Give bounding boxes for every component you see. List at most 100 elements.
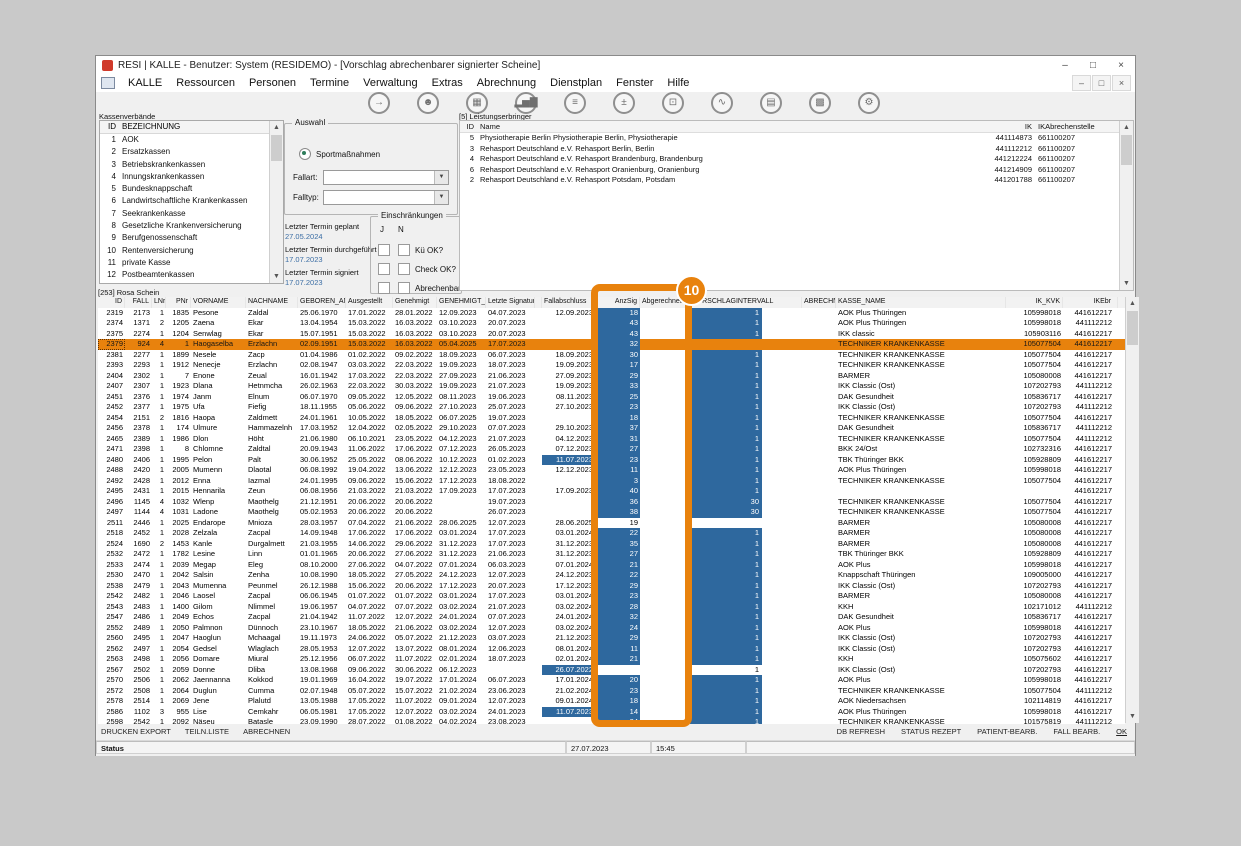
menu-item[interactable]: Extras xyxy=(425,74,470,92)
kassen-row[interactable]: 7 Seekrankenkasse xyxy=(100,208,270,220)
table-row[interactable]: 2319 2173 1 1835 Pesone Zaldal 25.06.197… xyxy=(98,307,1125,318)
table-row[interactable]: 2454 2151 2 1816 Haopa Zaldmett 24.01.19… xyxy=(98,412,1125,423)
forward-icon[interactable]: → xyxy=(368,92,390,114)
table-row[interactable]: 2578 2514 1 2069 Jene Plalutd 13.05.1988… xyxy=(98,696,1125,707)
table-row[interactable]: 2488 2420 1 2005 Mumenn Dlaotal 06.08.19… xyxy=(98,465,1125,476)
kassen-row[interactable]: 3 Betriebskrankenkassen xyxy=(100,159,270,171)
table-row[interactable]: 2570 2506 1 2062 Jaennanna Kokkod 19.01.… xyxy=(98,675,1125,686)
close-icon[interactable]: × xyxy=(1107,57,1135,74)
table-row[interactable]: 2543 2483 1 1400 Gilom Nlimmel 19.06.195… xyxy=(98,601,1125,612)
kassen-row[interactable]: 11 private Kasse xyxy=(100,257,270,269)
table-row[interactable]: 2471 2398 1 8 Chlomne Zaldtal 20.09.1943… xyxy=(98,444,1125,455)
falltyp-select[interactable]: ▼ xyxy=(323,190,449,205)
footer-button[interactable]: DB REFRESH xyxy=(837,727,885,736)
mdi-close-icon[interactable]: × xyxy=(1112,75,1131,91)
table-row[interactable]: 2598 2542 1 2092 Näseu Batasle 23.09.199… xyxy=(98,717,1125,724)
leistung-row[interactable]: 2 Rehasport Deutschland e.V. Rehasport P… xyxy=(460,175,1120,186)
footer-button[interactable]: DRUCKEN EXPORT xyxy=(101,727,171,736)
table-row[interactable]: 2379 924 4 1 Haogaselba Erzlachn 02.09.1… xyxy=(98,339,1125,350)
table-row[interactable]: 2496 1145 4 1032 Wlenp Maothelg 21.12.19… xyxy=(98,496,1125,507)
table-row[interactable]: 2497 1144 4 1031 Ladone Maothelg 05.02.1… xyxy=(98,507,1125,518)
kassen-row[interactable]: 1 AOK xyxy=(100,134,270,146)
kassen-row[interactable]: 10 Rentenversicherung xyxy=(100,245,270,257)
scroll-down-icon[interactable]: ▼ xyxy=(270,270,283,283)
leistung-row[interactable]: 6 Rehasport Deutschland e.V. Rehasport O… xyxy=(460,165,1120,176)
scroll-thumb[interactable] xyxy=(271,135,282,161)
checkbox-n[interactable] xyxy=(398,244,410,256)
table-row[interactable]: 2375 2274 1 1204 Senwlag Ekar 15.07.1951… xyxy=(98,328,1125,339)
curve-icon[interactable]: ∿ xyxy=(711,92,733,114)
table-row[interactable]: 2511 2446 1 2025 Endarope Mnioza 28.03.1… xyxy=(98,518,1125,529)
scroll-thumb[interactable] xyxy=(1127,311,1138,345)
table-row[interactable]: 2452 2377 1 1975 Ufa Fiefig 18.11.1955 0… xyxy=(98,402,1125,413)
table-row[interactable]: 2560 2495 1 2047 Haoglun Mchaagal 19.11.… xyxy=(98,633,1125,644)
table-row[interactable]: 2552 2489 1 2050 Palmnon Dünnoch 23.10.1… xyxy=(98,622,1125,633)
footer-button[interactable]: ABRECHNEN xyxy=(243,727,290,736)
menu-item[interactable]: Termine xyxy=(303,74,356,92)
kassen-row[interactable]: 2 Ersatzkassen xyxy=(100,146,270,158)
checkbox-j[interactable] xyxy=(378,263,390,275)
table-row[interactable]: 2374 1371 2 1205 Zaena Ekar 13.04.1954 1… xyxy=(98,318,1125,329)
mdi-restore-icon[interactable]: □ xyxy=(1092,75,1111,91)
checkbox-j[interactable] xyxy=(378,282,390,294)
patients-icon[interactable]: ☻ xyxy=(417,92,439,114)
table-row[interactable]: 2586 1102 3 955 Lise Cemkahr 06.05.1981 … xyxy=(98,706,1125,717)
table-row[interactable]: 2542 2482 1 2046 Laosel Zacpal 06.06.194… xyxy=(98,591,1125,602)
table-row[interactable]: 2480 2406 1 1995 Pelon Palt 30.06.1952 2… xyxy=(98,454,1125,465)
leistung-scrollbar[interactable]: ▲ ▼ xyxy=(1119,121,1133,290)
leistung-row[interactable]: 3 Rehasport Deutschland e.V. Rehasport B… xyxy=(460,144,1120,155)
fallart-select[interactable]: ▼ xyxy=(323,170,449,185)
statistics-icon[interactable]: ▂▅▇ xyxy=(514,92,538,114)
table-row[interactable]: 2563 2498 1 2056 Domare Miural 25.12.195… xyxy=(98,654,1125,665)
table-row[interactable]: 2530 2470 1 2042 Salsin Zenha 10.08.1990… xyxy=(98,570,1125,581)
footer-button[interactable]: STATUS REZEPT xyxy=(901,727,961,736)
table-row[interactable]: 2492 2428 1 2012 Enna Iazmal 24.01.1995 … xyxy=(98,475,1125,486)
leistung-row[interactable]: 4 Rehasport Deutschland e.V. Rehasport B… xyxy=(460,154,1120,165)
table-row[interactable]: 2407 2307 1 1923 Dlana Hetnmcha 26.02.19… xyxy=(98,381,1125,392)
table-row[interactable]: 2532 2472 1 1782 Lesine Linn 01.01.1965 … xyxy=(98,549,1125,560)
mdi-minimize-icon[interactable]: – xyxy=(1072,75,1091,91)
table-row[interactable]: 2404 2302 1 7 Enone Zeual 16.01.1942 17.… xyxy=(98,370,1125,381)
menu-item[interactable]: Hilfe xyxy=(660,74,696,92)
kassen-row[interactable]: 4 Innungskrankenkassen xyxy=(100,171,270,183)
card-reader-icon[interactable]: ▤ xyxy=(760,92,782,114)
table-row[interactable]: 2381 2277 1 1899 Nesele Zacp 01.04.1986 … xyxy=(98,349,1125,360)
kassen-scrollbar[interactable]: ▲ ▼ xyxy=(269,121,283,283)
scroll-up-icon[interactable]: ▲ xyxy=(270,121,283,134)
kassen-row[interactable]: 5 Bundesknappschaft xyxy=(100,183,270,195)
scroll-down-icon[interactable]: ▼ xyxy=(1126,710,1139,723)
table-row[interactable]: 2465 2389 1 1986 Dlon Höht 21.06.1980 06… xyxy=(98,433,1125,444)
table-row[interactable]: 2393 2293 1 1912 Nenecje Erzlachn 02.08.… xyxy=(98,360,1125,371)
kassen-row[interactable]: 6 Landwirtschaftliche Krankenkassen xyxy=(100,195,270,207)
scroll-up-icon[interactable]: ▲ xyxy=(1120,121,1133,134)
menu-item[interactable]: Verwaltung xyxy=(356,74,424,92)
maximize-icon[interactable]: □ xyxy=(1079,57,1107,74)
table-row[interactable]: 2538 2479 1 2043 Mumenna Peunmel 26.12.1… xyxy=(98,580,1125,591)
table-row[interactable]: 2451 2376 1 1974 Janm Elnum 06.07.1970 0… xyxy=(98,391,1125,402)
schedule-clock-icon[interactable]: ▦ xyxy=(466,92,488,114)
table-row[interactable]: 2518 2452 1 2028 Zelzala Zacpal 14.09.19… xyxy=(98,528,1125,539)
scroll-up-icon[interactable]: ▲ xyxy=(1126,297,1139,310)
menu-item[interactable]: Ressourcen xyxy=(169,74,242,92)
table-row[interactable]: 2572 2508 1 2064 Duglun Cumma 02.07.1948… xyxy=(98,685,1125,696)
scroll-thumb[interactable] xyxy=(1121,135,1132,165)
checkbox-j[interactable] xyxy=(378,244,390,256)
table-row[interactable]: 2547 2486 1 2049 Echos Zacpal 21.04.1942… xyxy=(98,612,1125,623)
scroll-down-icon[interactable]: ▼ xyxy=(1120,277,1133,290)
table-row[interactable]: 2567 2502 1 2059 Donne Dliba 13.08.1968 … xyxy=(98,664,1125,675)
plan-grid-icon[interactable]: ▩ xyxy=(809,92,831,114)
menu-item[interactable]: Personen xyxy=(242,74,303,92)
kassen-row[interactable]: 12 Postbeamtenkassen xyxy=(100,269,270,281)
checkbox-n[interactable] xyxy=(398,282,410,294)
chevron-down-icon[interactable]: ▼ xyxy=(434,171,448,184)
minimize-icon[interactable]: – xyxy=(1051,57,1079,74)
worklist-icon[interactable]: ≡ xyxy=(564,92,586,114)
kassen-row[interactable]: 8 Gesetzliche Krankenversicherung xyxy=(100,220,270,232)
table-row[interactable]: 2524 1690 2 1453 Kanle Durgalmett 21.03.… xyxy=(98,538,1125,549)
settings-gears-icon[interactable]: ⚙ xyxy=(858,92,880,114)
kassen-row[interactable]: 9 Berufgenossenschaft xyxy=(100,232,270,244)
menu-item[interactable]: Fenster xyxy=(609,74,660,92)
table-row[interactable]: 2533 2474 1 2039 Megap Eleg 08.10.2000 2… xyxy=(98,559,1125,570)
table-scrollbar[interactable]: ▲ ▼ xyxy=(1125,297,1139,723)
footer-button[interactable]: FALL BEARB. xyxy=(1053,727,1100,736)
